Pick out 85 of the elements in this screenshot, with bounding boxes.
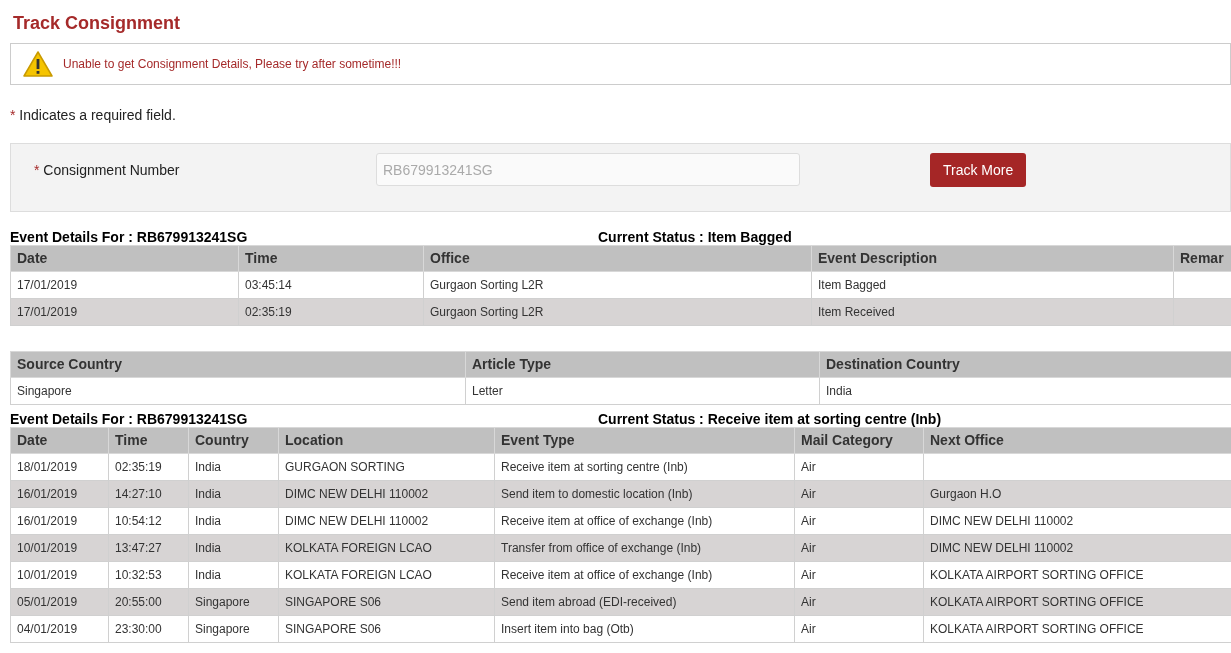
- table-cell: 10:54:12: [115, 514, 162, 528]
- table-cell: 17/01/2019: [17, 305, 78, 319]
- current-status: Current Status : Receive item at sorting centre (Inb): [598, 411, 942, 427]
- table-cell: 10:32:53: [115, 568, 162, 582]
- column-header: Article Type: [465, 351, 820, 378]
- table-cell: Transfer from office of exchange (Inb): [501, 541, 702, 555]
- consignment-number-field[interactable]: RB679913241SG: [376, 153, 800, 186]
- table-cell: 14:27:10: [115, 487, 162, 501]
- table-cell: Air: [801, 595, 816, 609]
- table-cell: India: [195, 487, 222, 501]
- column-header: Date: [10, 427, 109, 454]
- table-cell: India: [195, 460, 222, 474]
- table-cell: 16/01/2019: [17, 487, 78, 501]
- table-cell: Receive item at office of exchange (Inb): [501, 568, 713, 582]
- column-header: Date: [10, 245, 239, 272]
- column-header: Destination Country: [819, 351, 1231, 378]
- field-label: * Consignment Number: [33, 161, 181, 180]
- current-status: Current Status : Item Bagged: [598, 229, 792, 245]
- table-cell: DIMC NEW DELHI 110002: [930, 514, 1074, 528]
- table-cell: Receive item at sorting centre (Inb): [501, 460, 688, 474]
- table-cell: Singapore: [195, 622, 250, 636]
- table-cell: Air: [801, 514, 816, 528]
- alert-message: Unable to get Consignment Details, Please try after sometime!!!: [63, 56, 402, 73]
- page-title: Track Consignment: [12, 12, 182, 34]
- column-header: Mail Category: [794, 427, 924, 454]
- table-cell: 17/01/2019: [17, 278, 78, 292]
- table-cell: KOLKATA FOREIGN LCAO: [285, 541, 432, 555]
- warning-icon: [23, 51, 53, 77]
- table-cell: 10/01/2019: [17, 541, 78, 555]
- column-header: Event Description: [811, 245, 1174, 272]
- table-cell: Air: [801, 460, 816, 474]
- table-cell: 05/01/2019: [17, 595, 78, 609]
- table-cell: 04/01/2019: [17, 622, 78, 636]
- table-cell: KOLKATA AIRPORT SORTING OFFICE: [930, 568, 1144, 582]
- table-cell: DIMC NEW DELHI 110002: [285, 487, 429, 501]
- table-cell: Air: [801, 541, 816, 555]
- table-cell: SINGAPORE S06: [285, 622, 382, 636]
- column-header: Next Office: [923, 427, 1231, 454]
- column-header: Time: [108, 427, 189, 454]
- table-cell: Letter: [472, 384, 503, 398]
- column-header: Office: [423, 245, 812, 272]
- column-header: Source Country: [10, 351, 466, 378]
- table-cell: 13:47:27: [115, 541, 162, 555]
- table-cell: Air: [801, 568, 816, 582]
- table-cell: Insert item into bag (Otb): [501, 622, 634, 636]
- table-cell: Air: [801, 622, 816, 636]
- table-cell: 18/01/2019: [17, 460, 78, 474]
- event-details-heading: Event Details For : RB679913241SG: [10, 229, 249, 245]
- table-cell: Receive item at office of exchange (Inb): [501, 514, 713, 528]
- table-cell: SINGAPORE S06: [285, 595, 382, 609]
- track-more-button[interactable]: Track More: [930, 153, 1027, 187]
- table-cell: 16/01/2019: [17, 514, 78, 528]
- column-header: Remar: [1173, 245, 1231, 272]
- column-header: Location: [278, 427, 495, 454]
- table-cell: Singapore: [195, 595, 250, 609]
- table-cell: KOLKATA AIRPORT SORTING OFFICE: [930, 622, 1144, 636]
- table-cell: Singapore: [17, 384, 72, 398]
- table-cell: GURGAON SORTING: [285, 460, 405, 474]
- table-cell: Gurgaon Sorting L2R: [430, 278, 544, 292]
- table-cell: Gurgaon H.O: [930, 487, 1002, 501]
- table-cell: Gurgaon Sorting L2R: [430, 305, 544, 319]
- table-cell: Air: [801, 487, 816, 501]
- required-field-note: * Indicates a required field.: [10, 106, 177, 125]
- table-cell: India: [826, 384, 853, 398]
- column-header: Event Type: [494, 427, 795, 454]
- table-cell: KOLKATA FOREIGN LCAO: [285, 568, 432, 582]
- table-cell: Send item abroad (EDI-received): [501, 595, 677, 609]
- table-cell: India: [195, 568, 222, 582]
- table-cell: Item Bagged: [818, 278, 887, 292]
- table-cell: India: [195, 541, 222, 555]
- table-cell: 23:30:00: [115, 622, 162, 636]
- table-cell: DIMC NEW DELHI 110002: [285, 514, 429, 528]
- column-header: Country: [188, 427, 279, 454]
- table-cell: 20:55:00: [115, 595, 162, 609]
- column-header: Time: [238, 245, 424, 272]
- table-cell: India: [195, 514, 222, 528]
- table-cell: Send item to domestic location (Inb): [501, 487, 693, 501]
- table-cell: 02:35:19: [115, 460, 162, 474]
- table-cell: DIMC NEW DELHI 110002: [930, 541, 1074, 555]
- table-cell: 03:45:14: [245, 278, 292, 292]
- table-cell: 02:35:19: [245, 305, 292, 319]
- table-cell: Item Received: [818, 305, 895, 319]
- event-details-heading: Event Details For : RB679913241SG: [10, 411, 249, 427]
- table-cell: 10/01/2019: [17, 568, 78, 582]
- table-cell: KOLKATA AIRPORT SORTING OFFICE: [930, 595, 1144, 609]
